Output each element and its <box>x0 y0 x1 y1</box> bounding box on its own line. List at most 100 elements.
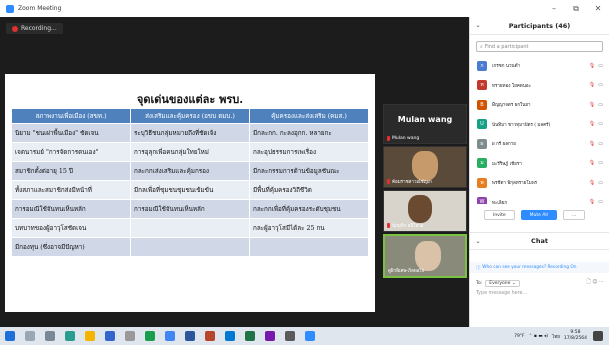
participant-avatar: ผ <box>477 138 487 149</box>
participant-row[interactable]: ม มะรีริษฎ์ เชียรา 🎙 ▭ <box>470 154 609 174</box>
app-icon[interactable] <box>145 331 155 341</box>
participant-row[interactable]: พ พรชีตา พิกุลทรายโมพร 🎙 ▭ <box>470 173 609 193</box>
weather-label[interactable]: 79°F <box>514 334 525 339</box>
video-off-icon[interactable]: ▭ <box>598 102 603 108</box>
mic-muted-icon[interactable]: 🎙 <box>589 63 595 69</box>
mic-muted-icon <box>387 136 390 141</box>
video-tile-3[interactable]: นักมุกิก อลิโลวอ <box>383 190 467 232</box>
window-title: Zoom Meeting <box>18 5 62 12</box>
table-cell: กละกกเพื่อที่คุ้มครองระดับชุมชน <box>249 199 369 219</box>
file-explorer-icon[interactable] <box>85 331 95 341</box>
participant-search-input[interactable]: ⌕ Find a participant <box>476 41 603 52</box>
system-tray: 79°F ⌃ ▪ ▬ ◂) ไทย 9:58 17/8/2564 <box>514 330 609 342</box>
edge-icon[interactable] <box>65 331 75 341</box>
participant-avatar: ก <box>477 60 487 71</box>
chat-title: Chat <box>531 237 548 245</box>
recipient-select[interactable]: Everyone ⌄ <box>485 279 520 287</box>
video-off-icon[interactable]: ▭ <box>598 63 603 69</box>
chevron-down-icon[interactable]: ⌄ <box>470 22 486 29</box>
notification-icon[interactable] <box>593 331 603 341</box>
mic-muted-icon[interactable]: 🎙 <box>589 160 595 166</box>
participant-row[interactable]: U นันทิมา ชาวทุมาปัตร ( มลครี) 🎙 ▭ <box>470 115 609 135</box>
mic-muted-icon[interactable]: 🎙 <box>589 121 595 127</box>
participant-row[interactable]: ท ทรายทอง โยคตนอะ 🎙 ▭ <box>470 76 609 96</box>
mute-all-button[interactable]: Mute All <box>520 210 557 220</box>
table-cell: กละผู้อาวุโสมีได้ละ 25 กน <box>249 218 369 238</box>
more-options-button[interactable]: ... <box>562 210 586 220</box>
start-icon[interactable] <box>5 331 15 341</box>
table-row: บทบาทของผู้อาวุโสชัดเจน กละผู้อาวุโสมีได… <box>11 218 369 238</box>
search-icon[interactable] <box>25 331 35 341</box>
participant-row[interactable]: ก เกรซก นวนดำ 🎙 ▭ <box>470 56 609 76</box>
mic-muted-icon[interactable]: 🎙 <box>589 102 595 108</box>
video-tile-active-speaker[interactable]: ดูผิวพิเศษ-ภิลพอใจ <box>383 234 467 278</box>
recording-indicator[interactable]: Recording... <box>6 23 63 34</box>
participants-header: ⌄ Participants (46) <box>470 17 609 35</box>
table-cell <box>130 218 250 238</box>
language-indicator[interactable]: ไทย <box>552 333 560 340</box>
chat-message-input[interactable]: Type message here... <box>476 291 527 296</box>
tray-icons[interactable]: ⌃ ▪ ▬ ◂) <box>529 334 548 339</box>
table-row: สมาชิกตั้งต่อายุ 15 ปี กละกกเส่งเสริมและ… <box>11 161 369 181</box>
file-icon[interactable]: 🗋 ☺ ⋯ <box>587 279 604 287</box>
windows-taskbar: 79°F ⌃ ▪ ▬ ◂) ไทย 9:58 17/8/2564 <box>0 327 609 345</box>
table-row: ทั้งสภาและสมาชิกส่งมีหน้าที่ มีกลเพื่อที… <box>11 180 369 200</box>
maximize-button[interactable]: ⧉ <box>565 4 587 14</box>
table-row: นิยาม "ชนเผ่าพื้นเมือง" ชัดเจน ระบุวิธีช… <box>11 123 369 143</box>
app-icon[interactable] <box>105 331 115 341</box>
video-off-icon[interactable]: ▭ <box>598 82 603 88</box>
zoom-logo-icon <box>6 4 14 13</box>
mic-muted-icon[interactable]: 🎙 <box>589 199 595 204</box>
table-cell: กละอุปธรรมการเพเรื่อง <box>249 142 369 162</box>
search-placeholder: Find a participant <box>484 43 529 50</box>
video-off-icon[interactable]: ▭ <box>598 121 603 127</box>
clock[interactable]: 9:58 17/8/2564 <box>564 330 587 342</box>
app-icon[interactable] <box>285 331 295 341</box>
table-cell: ทั้งสภาและสมาชิกส่งมีหน้าที่ <box>11 180 131 200</box>
chat-header: ⌄ Chat <box>470 232 609 250</box>
video-tile-mulan[interactable]: Mulan wang Mulan wang <box>383 104 467 144</box>
participant-avatar: W <box>477 197 487 204</box>
participant-row[interactable]: B Bิญญาจตร ผกในยา 🎙 ▭ <box>470 95 609 115</box>
app-icon[interactable] <box>225 331 235 341</box>
participant-row[interactable]: W ทะเลิยก 🎙 ▭ <box>470 193 609 204</box>
table-header: คุ้มครองและส่งเสริม (คมส.) <box>249 108 369 124</box>
table-row: มีกองทุน (ซึ่งอาจมีปัญหา) <box>11 237 369 257</box>
powerpoint-icon[interactable] <box>205 331 215 341</box>
chevron-down-icon[interactable]: ⌄ <box>470 238 486 245</box>
mic-muted-icon[interactable]: 🎙 <box>589 141 595 147</box>
video-area: Recording... จุดเด่นของแต่ละ พรบ. สภาพงา… <box>0 17 469 327</box>
word-icon[interactable] <box>185 331 195 341</box>
task-view-icon[interactable] <box>45 331 55 341</box>
slide-table: สภาพงานเพื่อเมือง (สขท.) ส่งเสริมและคุ้ม… <box>11 108 369 257</box>
table-cell: การอุลุกเพื่อคนกลุ่มใทยใหม่ <box>130 142 250 162</box>
participant-avatar: U <box>477 119 487 130</box>
side-panel: ⌄ Participants (46) ⌕ Find a participant… <box>469 17 609 327</box>
close-button[interactable]: ✕ <box>587 4 609 14</box>
participant-name: มะรีริษฎ์ เชียรา <box>492 161 522 167</box>
table-cell: มีพื้นที่คุ้มครองวิถีชีวิต <box>249 180 369 200</box>
participant-row[interactable]: ผ ผ กรี ผลกาย 🎙 ▭ <box>470 134 609 154</box>
onenote-icon[interactable] <box>265 331 275 341</box>
video-tile-2[interactable]: ค้อมราชสาวณ์ชัญเก <box>383 146 467 188</box>
mic-muted-icon[interactable]: 🎙 <box>589 180 595 186</box>
participant-name: ผ กรี ผลกาย <box>492 142 516 148</box>
video-off-icon[interactable]: ▭ <box>598 180 603 186</box>
app-icon[interactable] <box>125 331 135 341</box>
table-cell <box>249 237 369 257</box>
video-off-icon[interactable]: ▭ <box>598 160 603 166</box>
participant-avatar: ท <box>477 80 487 91</box>
tile-big-name: Mulan wang <box>397 115 453 124</box>
video-off-icon[interactable]: ▭ <box>598 141 603 147</box>
excel-icon[interactable] <box>245 331 255 341</box>
table-cell: บทบาทของผู้อาวุโสชัดเจน <box>11 218 131 238</box>
chat-notice[interactable]: ⓘ Who can see your messages? Recording O… <box>470 262 609 273</box>
invite-button[interactable]: Invite <box>484 210 515 220</box>
minimize-button[interactable]: – <box>543 4 565 14</box>
video-off-icon[interactable]: ▭ <box>598 199 603 204</box>
record-dot-icon <box>12 25 18 32</box>
zoom-taskbar-icon[interactable] <box>305 331 315 341</box>
chrome-icon[interactable] <box>165 331 175 341</box>
mic-muted-icon[interactable]: 🎙 <box>589 82 595 88</box>
participant-name: พรชีตา พิกุลทรายโมพร <box>492 181 538 187</box>
